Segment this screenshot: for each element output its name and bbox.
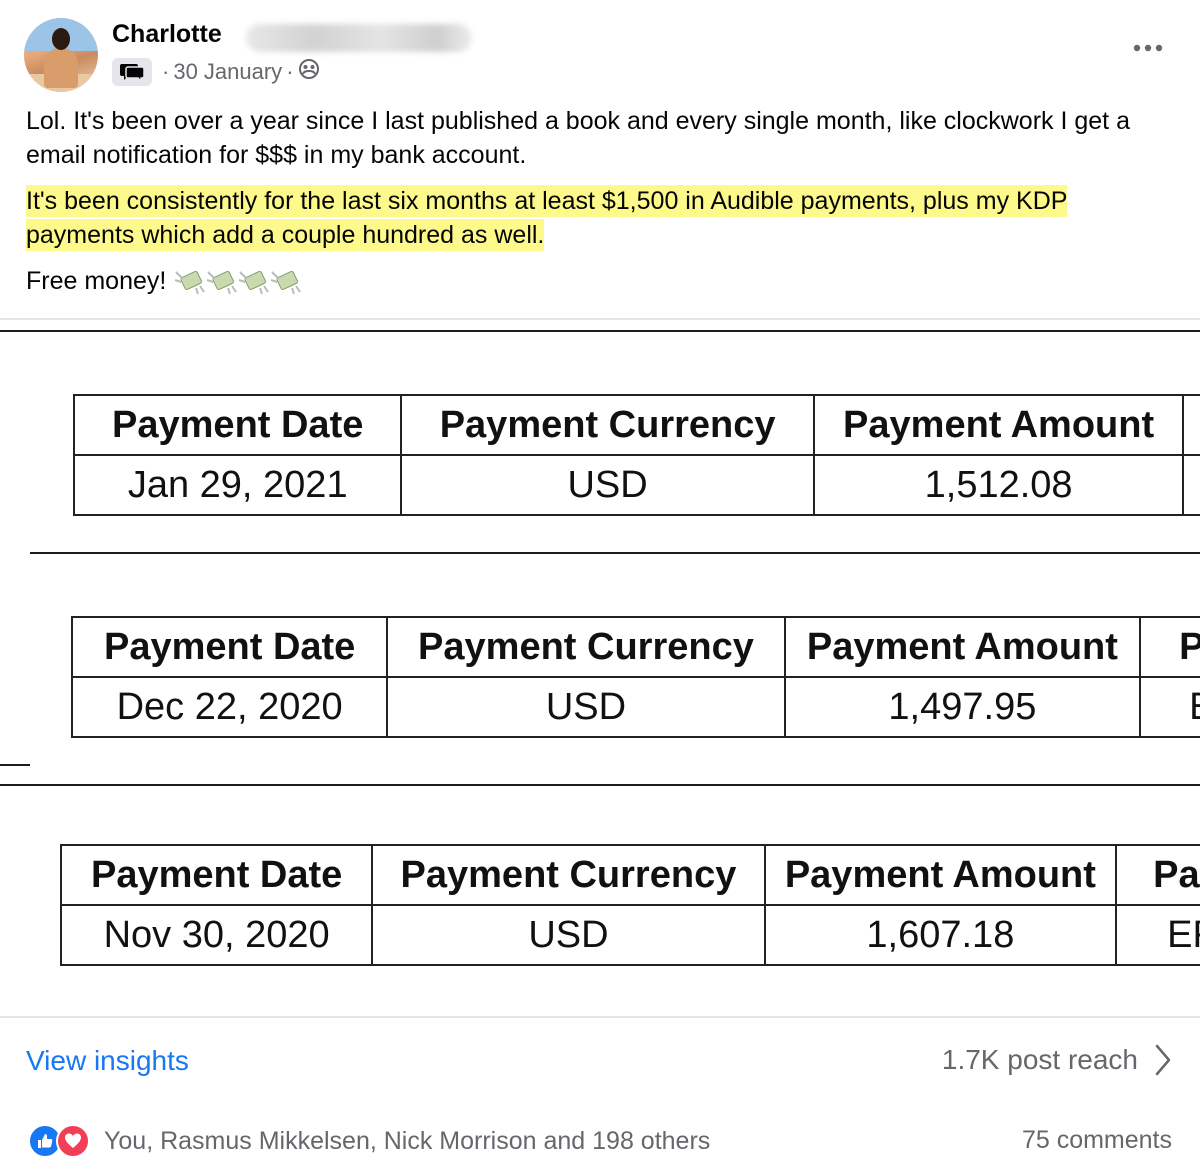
table-cell: USD: [386, 676, 786, 738]
reaction-icons: [28, 1124, 90, 1158]
post-paragraph-highlighted: It's been consistently for the last six …: [26, 184, 1176, 252]
table-cell: 1,497.95: [783, 676, 1142, 738]
author-name[interactable]: Charlotte: [112, 20, 222, 49]
table-cell: 1,512.08: [812, 454, 1185, 516]
table-header: Payment Date: [70, 616, 389, 678]
divider-line: [0, 330, 1200, 332]
table-cell: 1,607.18: [763, 904, 1118, 966]
table-header: Pa: [1115, 844, 1200, 906]
table-header: Payment Amount: [812, 394, 1185, 456]
meta-separator: ·: [162, 59, 170, 84]
money-with-wings-icon: [175, 270, 302, 295]
reactions-text: You, Rasmus Mikkelsen, Nick Morrison and…: [104, 1126, 711, 1155]
avatar[interactable]: [24, 18, 98, 92]
ellipsis-icon: [1133, 44, 1163, 52]
table-cell: [1182, 454, 1200, 516]
free-money-text: Free money!: [26, 267, 167, 295]
reactions-summary[interactable]: You, Rasmus Mikkelsen, Nick Morrison and…: [28, 1124, 710, 1158]
blurred-surname: [246, 24, 472, 52]
table-header: Payment Currency: [386, 616, 786, 678]
table-header: Payment Amount: [783, 616, 1142, 678]
chevron-right-icon: [1155, 1044, 1171, 1076]
post-reach-link[interactable]: 1.7K post reach: [942, 1043, 1172, 1077]
meta-separator: ·: [286, 59, 294, 84]
table-cell: E: [1139, 676, 1200, 738]
love-reaction-icon: [56, 1124, 90, 1158]
group-badge-icon[interactable]: [112, 58, 152, 86]
table-cell: Jan 29, 2021: [72, 454, 403, 516]
post-body: Lol. It's been over a year since I last …: [26, 104, 1176, 298]
table-cell: USD: [400, 454, 815, 516]
audience-group-icon[interactable]: [298, 58, 320, 86]
table-header: Payment Currency: [400, 394, 815, 456]
post-paragraph: Lol. It's been over a year since I last …: [26, 107, 1130, 169]
table-cell: EF: [1115, 904, 1200, 966]
table-cell: USD: [371, 904, 766, 966]
more-options-button[interactable]: [1130, 36, 1166, 60]
post-reach-text: 1.7K post reach: [941, 1044, 1138, 1075]
post-header: Charlotte · 30 January ·: [24, 18, 1176, 92]
comments-count-link[interactable]: 75 comments: [1022, 1126, 1172, 1155]
post-meta: · 30 January ·: [112, 58, 320, 86]
view-insights-link[interactable]: View insights: [26, 1045, 189, 1077]
post-paragraph: Free money!: [26, 264, 1176, 298]
payment-table-2: Payment Date Payment Currency Payment Am…: [70, 616, 1200, 738]
table-header: P: [1139, 616, 1200, 678]
payment-table-3: Payment Date Payment Currency Payment Am…: [59, 844, 1200, 966]
divider-line: [0, 784, 1200, 786]
table-header: Payment Date: [72, 394, 403, 456]
post-image[interactable]: Payment Date Payment Currency Payment Am…: [0, 318, 1200, 1018]
table-cell: Dec 22, 2020: [70, 676, 389, 738]
highlighted-text: It's been consistently for the last six …: [26, 185, 1068, 251]
table-header: Payment Amount: [763, 844, 1118, 906]
payment-table-1: Payment Date Payment Currency Payment Am…: [72, 394, 1200, 516]
money-emoji-group: [174, 266, 302, 296]
divider-line: [30, 552, 1200, 554]
post-date[interactable]: 30 January: [173, 59, 282, 85]
table-header: [1182, 394, 1200, 456]
table-header: Payment Date: [59, 844, 374, 906]
table-header: Payment Currency: [371, 844, 766, 906]
table-cell: Nov 30, 2020: [59, 904, 374, 966]
divider-line: [0, 764, 30, 766]
